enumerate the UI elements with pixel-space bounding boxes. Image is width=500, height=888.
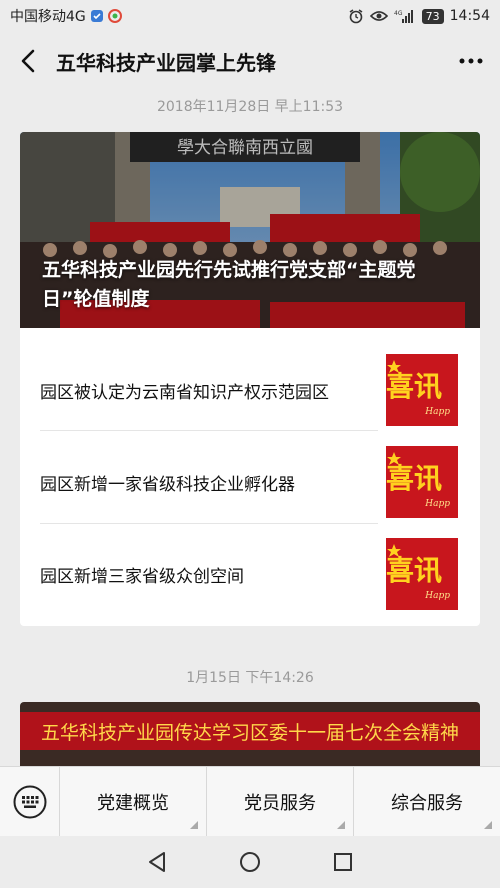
signal-icon: 4G xyxy=(394,9,416,23)
article-title: 园区新增一家省级科技企业孵化器 xyxy=(40,474,295,495)
app-notification-icon xyxy=(107,9,122,23)
status-bar: 中国移动4G 4G 73 14:54 xyxy=(0,0,500,32)
svg-text:4G: 4G xyxy=(394,10,403,17)
back-button[interactable] xyxy=(14,47,42,75)
square-recents-icon xyxy=(334,853,353,871)
alarm-icon xyxy=(348,8,364,24)
keyboard-icon xyxy=(13,785,46,818)
menu-item-label: 党员服务 xyxy=(244,792,316,814)
svg-text:Happ: Happ xyxy=(424,407,450,417)
article-item[interactable]: 园区新增三家省级众创空间 喜讯 Happ xyxy=(40,528,458,620)
more-options-button[interactable] xyxy=(456,47,486,75)
svg-text:Happ: Happ xyxy=(424,499,450,509)
svg-text:喜讯: 喜讯 xyxy=(386,370,442,403)
svg-text:喜讯: 喜讯 xyxy=(386,462,442,495)
menu-item-general-services[interactable]: 综合服务 xyxy=(354,767,500,837)
article-item[interactable]: 园区新增一家省级科技企业孵化器 喜讯 Happ xyxy=(40,436,458,528)
submenu-indicator-icon xyxy=(190,820,198,829)
article-thumbnail: 喜讯 Happ xyxy=(386,354,458,426)
hero-photo: 五华科技产业园传达学习区委十一届七次全会精神 xyxy=(20,702,480,766)
divider xyxy=(40,430,378,431)
shield-icon xyxy=(90,9,104,23)
submenu-indicator-icon xyxy=(337,820,345,829)
article-thumbnail: 喜讯 Happ xyxy=(386,538,458,610)
bottom-menu: 党建概览 党员服务 综合服务 xyxy=(0,766,500,837)
battery-indicator: 73 xyxy=(421,8,444,24)
chevron-left-icon xyxy=(21,49,35,73)
news-card[interactable]: 五华科技产业园传达学习区委十一届七次全会精神 xyxy=(20,702,480,766)
divider xyxy=(40,523,378,524)
message-timestamp: 1月15日 下午14:26 xyxy=(186,670,314,686)
banner-text: 五华科技产业园传达学习区委十一届七次全会精神 xyxy=(41,722,459,744)
hero-title: 五华科技产业园先行先试推行党支部“主题党日”轮值制度 xyxy=(42,259,416,310)
menu-item-label: 党建概览 xyxy=(97,792,169,814)
menu-item-label: 综合服务 xyxy=(391,792,463,814)
message-timestamp: 2018年11月28日 早上11:53 xyxy=(156,99,344,115)
clock: 14:54 xyxy=(449,8,490,24)
svg-text:喜讯: 喜讯 xyxy=(386,554,442,587)
article-title: 园区新增三家省级众创空间 xyxy=(40,566,244,587)
article-thumbnail: 喜讯 Happ xyxy=(386,446,458,518)
nav-home-button[interactable] xyxy=(238,850,262,874)
svg-text:Happ: Happ xyxy=(424,591,450,601)
keyboard-toggle-button[interactable] xyxy=(0,766,60,837)
triangle-back-icon xyxy=(148,852,165,872)
nav-back-button[interactable] xyxy=(145,850,169,874)
article-title: 园区被认定为云南省知识产权示范园区 xyxy=(40,382,329,403)
menu-item-party-overview[interactable]: 党建概览 xyxy=(60,766,207,837)
page-title: 五华科技产业园掌上先锋 xyxy=(56,50,276,75)
eye-icon xyxy=(369,9,388,23)
more-dots-icon xyxy=(459,58,483,64)
submenu-indicator-icon xyxy=(484,820,492,829)
nav-recents-button[interactable] xyxy=(331,850,355,874)
menu-item-member-services[interactable]: 党员服务 xyxy=(207,766,354,837)
circle-home-icon xyxy=(239,852,260,872)
hero-article[interactable]: 學大合聯南西立國 五华科技产业园先行先试推行党支部“主题党日”轮值制度 xyxy=(20,132,480,328)
message-feed[interactable]: 2018年11月28日 早上11:53 學大合聯南西立國 xyxy=(0,90,500,766)
system-navigation-bar xyxy=(0,836,500,888)
article-item[interactable]: 园区被认定为云南省知识产权示范园区 喜讯 Happ xyxy=(40,344,458,436)
news-card: 學大合聯南西立國 五华科技产业园先行先试推行党支部“主题党日”轮值制度 园区被认… xyxy=(20,132,480,626)
carrier-label: 中国移动4G xyxy=(10,9,86,25)
title-bar: 五华科技产业园掌上先锋 xyxy=(0,32,500,90)
